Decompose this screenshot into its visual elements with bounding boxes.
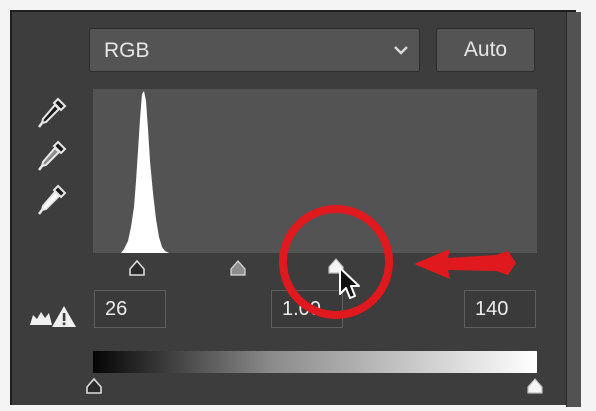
histogram-graph: [121, 91, 169, 253]
output-white-slider-handle[interactable]: [525, 377, 545, 395]
channel-dropdown[interactable]: RGB: [89, 28, 420, 72]
shadow-input-field[interactable]: 26: [94, 290, 166, 328]
highlight-input-field[interactable]: 140: [464, 290, 536, 328]
chevron-down-icon: [394, 46, 408, 55]
shadow-input-slider-handle[interactable]: [127, 259, 147, 277]
black-point-eyedropper-icon[interactable]: [36, 96, 68, 130]
gray-point-eyedropper-icon[interactable]: [36, 139, 68, 173]
output-levels-gradient: [93, 351, 537, 373]
auto-button[interactable]: Auto: [436, 28, 535, 72]
white-point-eyedropper-icon[interactable]: [36, 183, 68, 217]
output-black-slider-handle[interactable]: [84, 377, 104, 395]
histogram: [93, 89, 537, 253]
clipping-warning-icon[interactable]: [28, 303, 78, 329]
channel-dropdown-value: RGB: [104, 39, 150, 62]
panel-scrollbar[interactable]: [566, 12, 581, 407]
midtone-input-slider-handle[interactable]: [228, 259, 248, 277]
midtone-input-field[interactable]: 1.00: [271, 290, 343, 328]
highlight-input-slider-handle[interactable]: [326, 257, 346, 275]
